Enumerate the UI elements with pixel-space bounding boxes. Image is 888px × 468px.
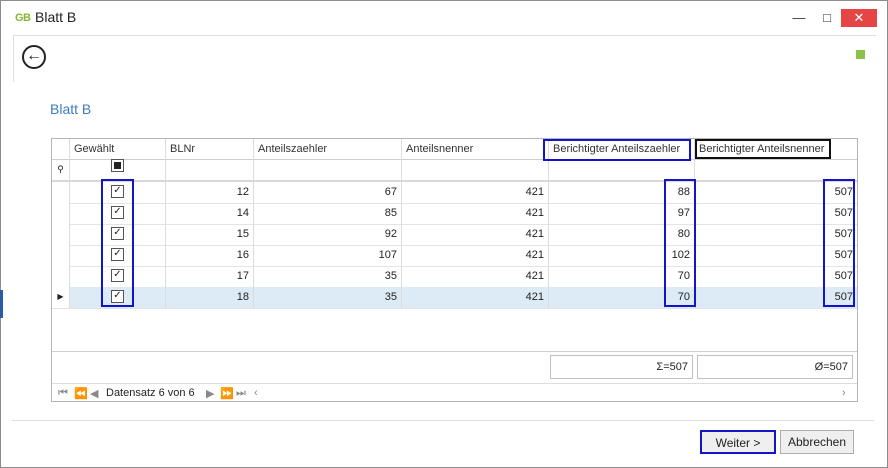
- indeterminate-checkbox-icon[interactable]: [111, 159, 124, 172]
- column-header-anteilsnenner[interactable]: Anteilsnenner: [402, 139, 549, 159]
- next-button[interactable]: Weiter >: [700, 430, 776, 454]
- current-row-indicator-icon[interactable]: ▶: [52, 287, 70, 308]
- highlight-gewaehlt: [101, 179, 134, 307]
- cell-anteilsnenner[interactable]: 421: [402, 203, 549, 224]
- row-indicator[interactable]: [52, 203, 70, 224]
- filter-gewaehlt[interactable]: [70, 159, 166, 180]
- table-row[interactable]: ✓ 15 92 421 80 507: [52, 224, 857, 246]
- column-header-gewaehlt[interactable]: Gewählt: [70, 139, 166, 159]
- last-record-icon[interactable]: ⏭: [236, 387, 246, 400]
- table-row[interactable]: ✓ 14 85 421 97 507: [52, 203, 857, 225]
- table-row[interactable]: ▶ ✓ 18 35 421 70 507: [52, 287, 857, 309]
- cell-anteilsnenner[interactable]: 421: [402, 182, 549, 203]
- row-indicator[interactable]: [52, 266, 70, 287]
- filter-berichtigter-anteilszaehler[interactable]: [549, 159, 695, 180]
- cell-anteilszaehler[interactable]: 67: [254, 182, 402, 203]
- close-button[interactable]: ✕: [841, 9, 877, 27]
- window-edge-accent: [0, 290, 3, 318]
- app-logo: GB: [15, 12, 31, 24]
- next-page-icon[interactable]: ⏩: [220, 387, 234, 400]
- scroll-right-icon[interactable]: ›: [842, 387, 846, 399]
- table-row[interactable]: ✓ 16 107 421 102 507: [52, 245, 857, 267]
- minimize-button[interactable]: —: [787, 9, 811, 27]
- first-record-icon[interactable]: ⏮: [58, 387, 68, 400]
- filter-berichtigter-anteilsnenner[interactable]: [695, 159, 857, 180]
- prev-record-icon[interactable]: ◀: [90, 387, 98, 400]
- highlight-header-ber-zaehler: [543, 139, 691, 161]
- row-indicator[interactable]: [52, 224, 70, 245]
- cell-blnr[interactable]: 16: [166, 245, 254, 266]
- cell-blnr[interactable]: 18: [166, 287, 254, 308]
- cell-anteilsnenner[interactable]: 421: [402, 266, 549, 287]
- toolbar: ←: [13, 35, 876, 82]
- title-bar: GB Blatt B — □ ✕: [1, 1, 887, 35]
- cell-anteilszaehler[interactable]: 35: [254, 287, 402, 308]
- cell-anteilsnenner[interactable]: 421: [402, 245, 549, 266]
- highlight-ber-zaehler: [664, 179, 696, 307]
- button-divider: [12, 420, 874, 421]
- cell-anteilszaehler[interactable]: 92: [254, 224, 402, 245]
- record-position-text: Datensatz 6 von 6: [106, 387, 195, 399]
- prev-page-icon[interactable]: ⏪: [74, 387, 88, 400]
- table-row[interactable]: ✓ 17 35 421 70 507: [52, 266, 857, 288]
- cell-anteilszaehler[interactable]: 35: [254, 266, 402, 287]
- footer-separator: [52, 351, 857, 352]
- highlight-header-ber-nenner: [695, 139, 831, 159]
- avg-footer: Ø=507: [697, 355, 853, 379]
- column-header-blnr[interactable]: BLNr: [166, 139, 254, 159]
- cell-anteilszaehler[interactable]: 107: [254, 245, 402, 266]
- back-arrow-icon[interactable]: ←: [22, 45, 46, 69]
- filter-row: ⚲: [52, 159, 857, 182]
- page-title: Blatt B: [50, 101, 92, 117]
- sum-footer: Σ=507: [550, 355, 693, 379]
- filter-anteilszaehler[interactable]: [254, 159, 402, 180]
- record-navigator: ⏮ ⏪ ◀ Datensatz 6 von 6 ▶ ⏩ ⏭ ‹ ›: [52, 383, 857, 402]
- row-indicator-header: [52, 139, 70, 159]
- cell-anteilsnenner[interactable]: 421: [402, 224, 549, 245]
- next-record-icon[interactable]: ▶: [206, 387, 214, 400]
- table-row[interactable]: ✓ 12 67 421 88 507: [52, 182, 857, 204]
- status-indicator-icon: [856, 50, 865, 59]
- cell-blnr[interactable]: 15: [166, 224, 254, 245]
- row-indicator[interactable]: [52, 182, 70, 203]
- row-indicator[interactable]: [52, 245, 70, 266]
- column-header-anteilszaehler[interactable]: Anteilszaehler: [254, 139, 402, 159]
- filter-anteilsnenner[interactable]: [402, 159, 549, 180]
- cell-blnr[interactable]: 17: [166, 266, 254, 287]
- cell-blnr[interactable]: 12: [166, 182, 254, 203]
- cell-anteilszaehler[interactable]: 85: [254, 203, 402, 224]
- window-title: Blatt B: [35, 9, 77, 25]
- filter-blnr[interactable]: [166, 159, 254, 180]
- maximize-button[interactable]: □: [815, 9, 839, 27]
- cell-blnr[interactable]: 14: [166, 203, 254, 224]
- cell-anteilsnenner[interactable]: 421: [402, 287, 549, 308]
- scroll-left-icon[interactable]: ‹: [254, 387, 258, 399]
- cancel-button[interactable]: Abbrechen: [780, 430, 854, 454]
- highlight-ber-nenner: [823, 179, 855, 307]
- filter-pin-icon: ⚲: [52, 159, 70, 180]
